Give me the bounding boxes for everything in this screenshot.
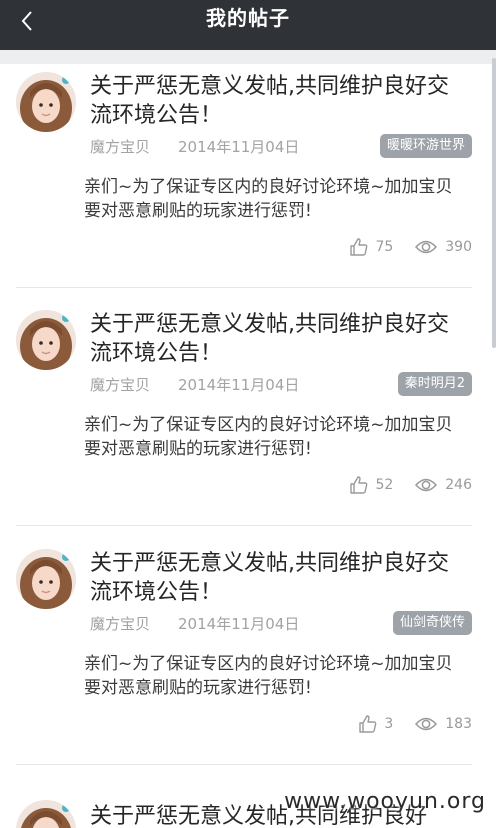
divider [16, 764, 472, 765]
post-meta: 魔方宝贝 2014年11月04日 [90, 611, 299, 635]
post-meta: 魔方宝贝 2014年11月04日 [90, 134, 299, 158]
thumbs-up-icon[interactable] [349, 237, 369, 257]
avatar[interactable] [16, 310, 76, 370]
post-stats: 3 183 [358, 713, 472, 735]
eye-icon [415, 240, 438, 254]
game-tag-badge[interactable]: 仙剑奇侠传 [392, 611, 472, 635]
post-body: 亲们~为了保证专区内的良好讨论环境~加加宝贝要对恶意刷贴的玩家进行惩罚! [84, 177, 453, 221]
post-title[interactable]: 关于严惩无意义发帖,共同维护良好交流环境公告！ [90, 310, 470, 368]
post-item[interactable]: 关于严惩无意义发帖,共同维护良好交流环境公告！ 魔方宝贝 2014年11月04日… [0, 527, 490, 765]
post-item[interactable]: 关于严惩无意义发帖,共同维护良好交流环境公告！ 魔方宝贝 2014年11月04日… [0, 50, 490, 288]
thumbs-up-icon[interactable] [358, 714, 378, 734]
post-author[interactable]: 魔方宝贝 [90, 613, 150, 634]
post-title[interactable]: 关于严惩无意义发帖,共同维护良好交流环境公告！ [90, 549, 470, 607]
post-date: 2014年11月04日 [178, 137, 300, 156]
like-count: 75 [375, 239, 394, 255]
thumbs-up-icon[interactable] [349, 475, 369, 495]
avatar[interactable] [16, 800, 76, 828]
avatar[interactable] [16, 72, 76, 132]
post-date: 2014年11月04日 [178, 614, 300, 633]
like-count: 52 [375, 477, 394, 493]
view-count: 246 [445, 477, 472, 493]
post-stats: 52 246 [349, 474, 472, 496]
post-date: 2014年11月04日 [178, 375, 300, 394]
post-author[interactable]: 魔方宝贝 [90, 374, 150, 395]
divider [16, 525, 472, 526]
eye-icon [415, 717, 438, 731]
top-bar: 我的帖子 [0, 0, 496, 50]
scrollbar[interactable] [492, 58, 496, 348]
post-author[interactable]: 魔方宝贝 [90, 136, 150, 157]
game-tag-badge[interactable]: 秦时明月2 [397, 372, 472, 396]
post-stats: 75 390 [349, 236, 472, 258]
like-count: 3 [384, 716, 394, 732]
post-title[interactable]: 关于严惩无意义发帖,共同维护良好交流环境公告！ [90, 72, 470, 130]
watermark: www.wooyun.org [284, 789, 486, 814]
view-count: 390 [445, 239, 472, 255]
eye-icon [415, 478, 438, 492]
view-count: 183 [445, 716, 472, 732]
post-body: 亲们~为了保证专区内的良好讨论环境~加加宝贝要对恶意刷贴的玩家进行惩罚! [84, 654, 453, 698]
page-title: 我的帖子 [206, 6, 290, 30]
game-tag-badge[interactable]: 暖暖环游世界 [379, 134, 472, 158]
post-body: 亲们~为了保证专区内的良好讨论环境~加加宝贝要对恶意刷贴的玩家进行惩罚! [84, 415, 453, 459]
post-item[interactable]: 关于严惩无意义发帖,共同维护良好交流环境公告！ 魔方宝贝 2014年11月04日… [0, 288, 490, 526]
avatar[interactable] [16, 549, 76, 609]
post-meta: 魔方宝贝 2014年11月04日 [90, 372, 299, 396]
